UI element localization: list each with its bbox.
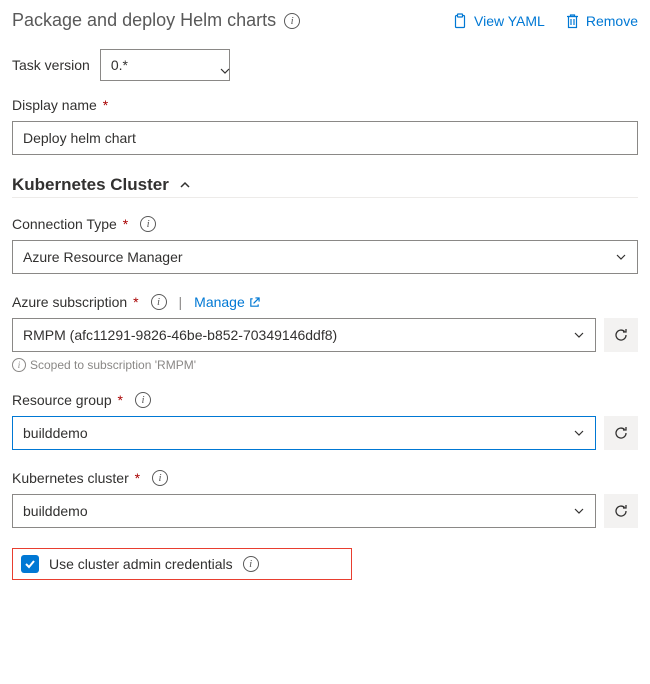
header-actions: View YAML Remove [452, 13, 638, 29]
resource-group-label: Resource group * [12, 392, 123, 408]
resource-group-value: builddemo [23, 425, 88, 441]
kubernetes-cluster-value: builddemo [23, 503, 88, 519]
connection-type-select[interactable]: Azure Resource Manager [12, 240, 638, 274]
info-icon[interactable]: i [140, 216, 156, 232]
section-title: Kubernetes Cluster [12, 175, 169, 195]
manage-label: Manage [194, 294, 245, 310]
connection-type-label: Connection Type * [12, 216, 128, 232]
info-icon[interactable]: i [284, 13, 300, 29]
task-version-row: Task version 0.* [12, 49, 638, 81]
azure-subscription-value: RMPM (afc11291-9826-46be-b852-70349146dd… [23, 327, 337, 343]
display-name-input[interactable] [12, 121, 638, 155]
chevron-down-icon [573, 329, 585, 341]
scope-hint-text: Scoped to subscription 'RMPM' [30, 358, 196, 372]
chevron-down-icon [573, 505, 585, 517]
info-icon[interactable]: i [135, 392, 151, 408]
resource-group-field: Resource group * i builddemo [12, 392, 638, 450]
refresh-icon [613, 327, 629, 343]
remove-label: Remove [586, 13, 638, 29]
header-left: Package and deploy Helm charts i [12, 10, 300, 31]
connection-type-value: Azure Resource Manager [23, 249, 183, 265]
section-header[interactable]: Kubernetes Cluster [12, 175, 638, 198]
task-version-label: Task version [12, 57, 90, 73]
separator: | [179, 294, 183, 310]
trash-icon [565, 13, 580, 29]
refresh-icon [613, 425, 629, 441]
kubernetes-cluster-label: Kubernetes cluster * [12, 470, 140, 486]
kubernetes-cluster-field: Kubernetes cluster * i builddemo [12, 470, 638, 528]
task-header: Package and deploy Helm charts i View YA… [12, 10, 638, 31]
view-yaml-button[interactable]: View YAML [452, 13, 545, 29]
resource-group-select[interactable]: builddemo [12, 416, 596, 450]
clipboard-icon [452, 13, 468, 29]
admin-credentials-label: Use cluster admin credentials [49, 556, 233, 572]
azure-subscription-select[interactable]: RMPM (afc11291-9826-46be-b852-70349146dd… [12, 318, 596, 352]
admin-credentials-row: Use cluster admin credentials i [12, 548, 352, 580]
view-yaml-label: View YAML [474, 13, 545, 29]
kubernetes-cluster-select[interactable]: builddemo [12, 494, 596, 528]
task-version-value: 0.* [111, 57, 128, 73]
scope-hint: i Scoped to subscription 'RMPM' [12, 358, 638, 372]
admin-credentials-checkbox[interactable] [21, 555, 39, 573]
chevron-up-icon [179, 179, 191, 191]
refresh-button[interactable] [604, 494, 638, 528]
info-icon[interactable]: i [151, 294, 167, 310]
refresh-icon [613, 503, 629, 519]
page-title: Package and deploy Helm charts [12, 10, 276, 31]
display-name-field: Display name * [12, 97, 638, 155]
chevron-down-icon [573, 427, 585, 439]
azure-subscription-label: Azure subscription * [12, 294, 139, 310]
info-icon[interactable]: i [243, 556, 259, 572]
display-name-label: Display name * [12, 97, 108, 113]
external-link-icon [249, 297, 260, 308]
refresh-button[interactable] [604, 416, 638, 450]
refresh-button[interactable] [604, 318, 638, 352]
manage-link[interactable]: Manage [194, 294, 260, 310]
task-version-select[interactable]: 0.* [100, 49, 230, 81]
azure-subscription-field: Azure subscription * i | Manage RMPM (af… [12, 294, 638, 372]
info-icon[interactable]: i [152, 470, 168, 486]
info-icon: i [12, 358, 26, 372]
checkmark-icon [24, 558, 36, 570]
connection-type-field: Connection Type * i Azure Resource Manag… [12, 216, 638, 274]
chevron-down-icon [615, 251, 627, 263]
remove-button[interactable]: Remove [565, 13, 638, 29]
